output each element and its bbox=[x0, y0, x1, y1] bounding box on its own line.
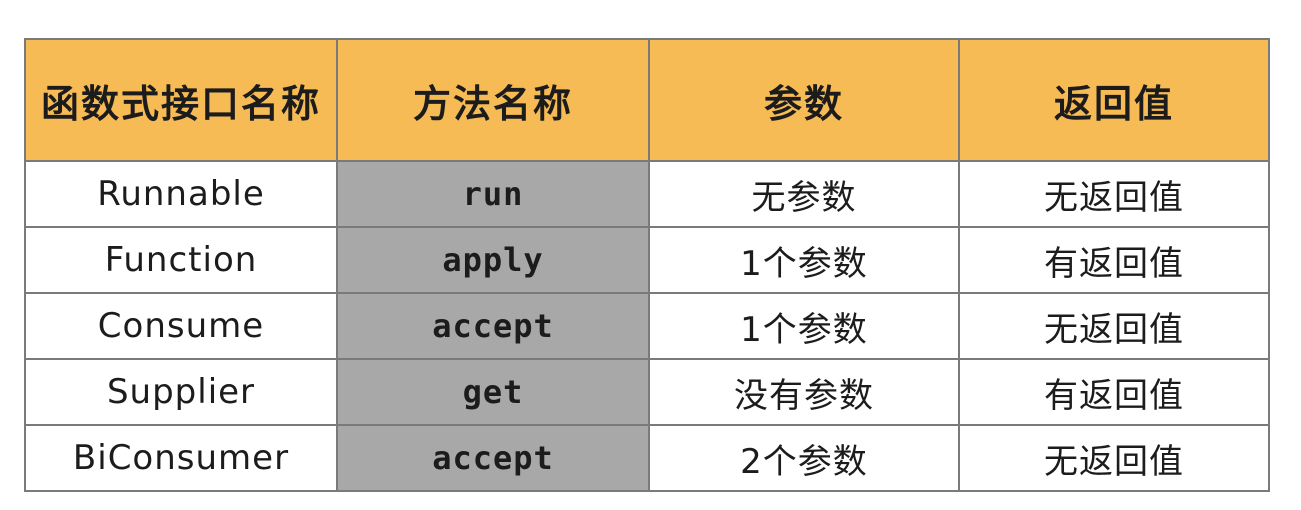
header-row: 函数式接口名称 方法名称 参数 返回值 bbox=[24, 38, 1270, 162]
return-value-cell: 有返回值 bbox=[958, 226, 1270, 294]
parameters-cell: 无参数 bbox=[648, 160, 960, 228]
return-value-cell: 无返回值 bbox=[958, 424, 1270, 492]
method-name-cell: apply bbox=[336, 226, 650, 294]
return-value-cell: 无返回值 bbox=[958, 292, 1270, 360]
parameters-cell: 1个参数 bbox=[648, 226, 960, 294]
return-value-cell: 有返回值 bbox=[958, 358, 1270, 426]
interface-name-cell: BiConsumer bbox=[24, 424, 338, 492]
header-interface-name: 函数式接口名称 bbox=[24, 38, 338, 162]
table-row: Consume accept 1个参数 无返回值 bbox=[24, 292, 1270, 360]
method-name-cell: get bbox=[336, 358, 650, 426]
header-return-value: 返回值 bbox=[958, 38, 1270, 162]
parameters-cell: 1个参数 bbox=[648, 292, 960, 360]
interface-name-cell: Function bbox=[24, 226, 338, 294]
table-row: BiConsumer accept 2个参数 无返回值 bbox=[24, 424, 1270, 492]
method-name-cell: accept bbox=[336, 292, 650, 360]
interface-name-cell: Runnable bbox=[24, 160, 338, 228]
parameters-cell: 2个参数 bbox=[648, 424, 960, 492]
method-name-cell: run bbox=[336, 160, 650, 228]
table-row: Function apply 1个参数 有返回值 bbox=[24, 226, 1270, 294]
method-name-cell: accept bbox=[336, 424, 650, 492]
return-value-cell: 无返回值 bbox=[958, 160, 1270, 228]
interface-name-cell: Consume bbox=[24, 292, 338, 360]
functional-interface-table: 函数式接口名称 方法名称 参数 返回值 Runnable run 无参数 无返回… bbox=[24, 38, 1270, 492]
table-row: Supplier get 没有参数 有返回值 bbox=[24, 358, 1270, 426]
header-parameters: 参数 bbox=[648, 38, 960, 162]
interface-name-cell: Supplier bbox=[24, 358, 338, 426]
table-row: Runnable run 无参数 无返回值 bbox=[24, 160, 1270, 228]
parameters-cell: 没有参数 bbox=[648, 358, 960, 426]
header-method-name: 方法名称 bbox=[336, 38, 650, 162]
